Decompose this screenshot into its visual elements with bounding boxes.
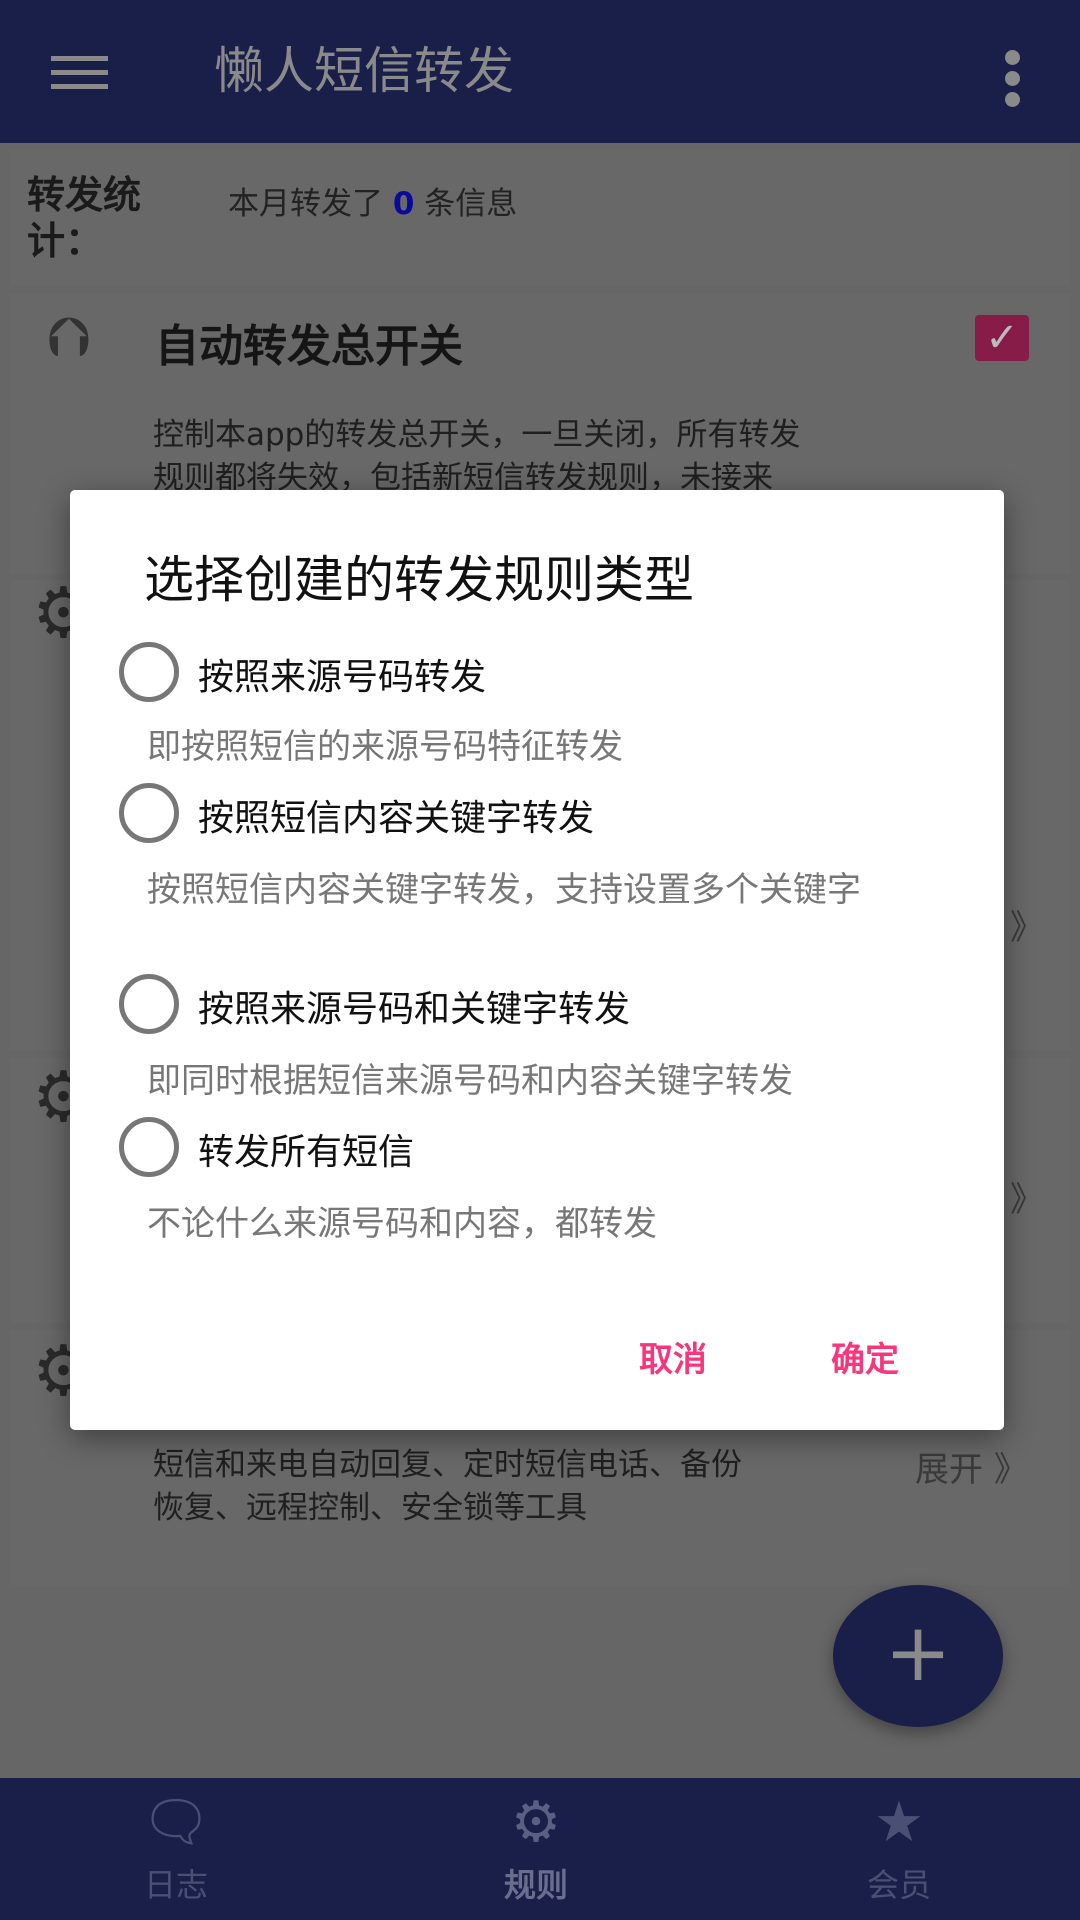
option-description: 即同时根据短信来源号码和内容关键字转发 <box>147 1061 793 1101</box>
star-icon: ★ <box>873 1790 925 1855</box>
stats-label: 转发统计： <box>27 173 142 263</box>
expand-button[interactable]: 展开 》 <box>915 1442 1028 1491</box>
option-description: 不论什么来源号码和内容，都转发 <box>147 1204 657 1244</box>
dialog-title: 选择创建的转发规则类型 <box>144 551 694 609</box>
forward-arrow-icon: ⮉ <box>48 305 91 370</box>
radio-option-keyword[interactable] <box>119 783 179 843</box>
nav-rules[interactable]: ⚙ 规则 <box>436 1778 636 1906</box>
nav-log[interactable]: 🗨 日志 <box>76 1778 276 1906</box>
tools-description: 短信和来电自动回复、定时短信电话、备份 恢复、远程控制、安全锁等工具 <box>153 1447 742 1526</box>
option-label[interactable]: 按照来源号码和关键字转发 <box>198 980 630 1032</box>
bottom-nav: 🗨 日志 ⚙ 规则 ★ 会员 <box>0 1778 1080 1920</box>
master-switch-title: 自动转发总开关 <box>155 321 463 372</box>
radio-option-source-keyword[interactable] <box>119 974 179 1034</box>
log-alert-icon: 🗨 <box>140 1790 212 1855</box>
gear-icon: ⚙ <box>510 1790 562 1855</box>
app-title: 懒人短信转发 <box>214 42 514 100</box>
radio-option-all[interactable] <box>119 1117 179 1177</box>
stats-count: 0 <box>392 186 415 222</box>
confirm-button[interactable]: 确定 <box>831 1332 899 1381</box>
master-switch-checkbox[interactable]: ✓ <box>975 315 1029 361</box>
expand-chevron[interactable]: 》 <box>1010 1172 1044 1221</box>
radio-option-source[interactable] <box>119 642 179 702</box>
add-rule-button[interactable]: + <box>833 1585 1003 1727</box>
option-label[interactable]: 转发所有短信 <box>198 1123 414 1175</box>
stats-text: 本月转发了 0 条信息 <box>228 186 518 222</box>
option-description: 即按照短信的来源号码特征转发 <box>147 727 623 767</box>
option-label[interactable]: 按照来源号码转发 <box>198 648 486 700</box>
cancel-button[interactable]: 取消 <box>639 1332 707 1381</box>
rule-type-dialog: 选择创建的转发规则类型 按照来源号码转发 即按照短信的来源号码特征转发 按照短信… <box>70 490 1004 1430</box>
app-bar: 懒人短信转发 <box>0 0 1080 143</box>
stats-card <box>10 150 1070 285</box>
menu-icon[interactable] <box>51 56 108 89</box>
option-description: 按照短信内容关键字转发，支持设置多个关键字 <box>147 870 861 910</box>
expand-chevron[interactable]: 》 <box>1010 900 1044 949</box>
master-switch-description: 控制本app的转发总开关，一旦关闭，所有转发 规则都将失效，包括新短信转发规则，未… <box>153 417 801 496</box>
nav-member[interactable]: ★ 会员 <box>799 1778 999 1906</box>
more-options-icon[interactable] <box>1005 50 1021 113</box>
option-label[interactable]: 按照短信内容关键字转发 <box>198 789 594 841</box>
